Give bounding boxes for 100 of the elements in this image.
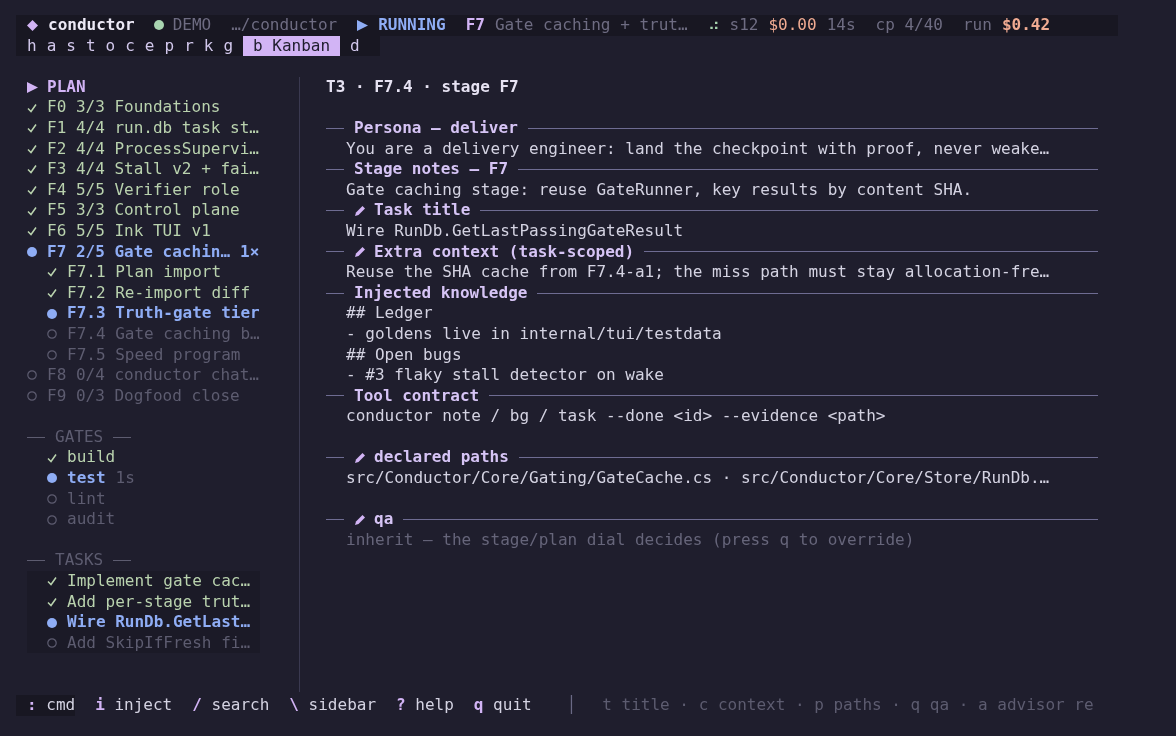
plan-item[interactable]: F7.3 Truth-gate tier (67, 303, 260, 324)
check-icon (27, 123, 37, 134)
path-label: …/conductor (231, 15, 338, 36)
plan-item[interactable]: F7 2/5 Gate cachin… (47, 241, 231, 263)
pending-circle-icon (27, 391, 37, 401)
tab[interactable]: d (350, 35, 360, 57)
run-cost: $0.42 (1001, 15, 1051, 36)
section-heading: Task title (374, 200, 471, 221)
check-icon (27, 102, 37, 113)
gate-name: build (67, 447, 116, 469)
run-label: run (963, 15, 992, 36)
session-id: s12 (729, 15, 759, 36)
mode-label: DEMO (172, 15, 212, 36)
tab[interactable]: k (203, 35, 214, 57)
session-cost: $0.00 (768, 15, 817, 36)
detail-title: T3 · F7.4 · stage F7 (326, 76, 519, 98)
check-icon (27, 185, 37, 196)
active-dot-icon (47, 308, 57, 319)
task-item[interactable]: Add per-stage trut… (67, 591, 251, 613)
stage-title: Gate caching + trut… (494, 15, 688, 36)
pending-circle-icon (47, 349, 57, 360)
tab[interactable]: t (85, 35, 96, 57)
shortcut-key[interactable]: ? help (396, 695, 454, 716)
plan-item[interactable]: F5 3/3 Control plane (47, 200, 240, 221)
separator-glyph: │ (566, 695, 577, 716)
section-heading: Stage notes — F7 (354, 159, 509, 180)
task-item[interactable]: Implement gate cac… (67, 571, 251, 592)
body-text: You are a delivery engineer: land the checkpoint with proof, never weake… (345, 138, 1050, 160)
tab[interactable]: p (164, 35, 175, 57)
pencil-icon (354, 245, 366, 258)
check-icon (47, 267, 57, 278)
run-state: RUNNING (378, 15, 446, 36)
tab[interactable]: h (27, 35, 37, 57)
plan-item[interactable]: F3 4/4 Stall v2 + fai… (47, 159, 259, 180)
body-text: Reuse the SHA cache from F7.4-a1; the miss path must stay allocation-fre… (345, 262, 1050, 283)
play-icon (357, 19, 369, 31)
check-icon (27, 226, 37, 237)
body-text: ## Ledger (345, 303, 433, 324)
body-text: Gate caching stage: reuse GateRunner, key results by content SHA. (345, 179, 973, 201)
plan-item[interactable]: F1 4/4 run.db task st… (47, 117, 259, 139)
tab[interactable]: c (125, 35, 135, 57)
check-icon (47, 452, 57, 463)
pending-circle-icon (47, 329, 57, 340)
active-dot-icon (47, 473, 57, 484)
section-heading: Injected knowledge (354, 282, 528, 304)
pending-circle-icon (47, 493, 57, 504)
plan-item[interactable]: F2 4/4 ProcessSupervi… (47, 138, 259, 160)
gate-name: lint (67, 488, 106, 510)
tab[interactable]: r (184, 35, 194, 57)
group-title: GATES (55, 426, 104, 448)
section-heading: declared paths (374, 447, 509, 469)
plan-item[interactable]: F6 5/5 Ink TUI v1 (47, 220, 211, 242)
shortcut-key[interactable]: q quit (473, 695, 532, 716)
gate-name: audit (67, 509, 116, 530)
section-heading: Extra context (task-scoped) (374, 241, 635, 263)
shortcut-key[interactable]: : cmd (16, 695, 76, 716)
section-heading: qa (374, 509, 394, 530)
tab[interactable]: a (46, 35, 57, 57)
app-name: conductor (48, 15, 135, 36)
gate-name: test (67, 468, 106, 489)
shortcut-key[interactable]: \ sidebar (289, 695, 377, 716)
diamond-icon (27, 19, 38, 31)
body-text: - #3 flaky stall detector on wake (345, 365, 664, 386)
task-item[interactable]: Wire RunDb.GetLast… (67, 612, 251, 633)
check-icon (47, 576, 57, 587)
shortcut-key[interactable]: / search (192, 695, 270, 716)
plan-item[interactable]: F7.2 Re-import diff (67, 282, 251, 304)
shortcut-key[interactable]: i inject (95, 695, 173, 716)
active-dot-icon (47, 617, 57, 628)
plan-item[interactable]: F7.1 Plan import (67, 262, 222, 283)
tab[interactable]: b Kanban (243, 35, 341, 57)
check-icon (27, 143, 37, 154)
check-icon (47, 596, 57, 607)
plan-item[interactable]: F4 5/5 Verifier role (47, 179, 240, 201)
body-text: inherit — the stage/plan dial decides (press q to override) (345, 529, 915, 551)
pencil-icon (354, 451, 366, 464)
pencil-icon (354, 513, 366, 526)
play-icon (27, 81, 38, 93)
pencil-icon (354, 204, 366, 217)
body-text: conductor note / bg / task --done <id> --evidence <path> (345, 406, 886, 427)
pending-circle-icon (27, 370, 37, 381)
body-text: ## Open bugs (345, 344, 462, 366)
plan-item[interactable]: F0 3/3 Foundations (47, 97, 221, 118)
pending-circle-icon (47, 514, 57, 525)
body-text: - goldens live in internal/tui/testdata (345, 323, 722, 345)
elapsed-time: 14s (826, 15, 856, 36)
tab[interactable]: o (105, 35, 116, 57)
status-dot-icon (153, 20, 164, 31)
retry-count: 1× (240, 241, 260, 263)
group-title: TASKS (55, 550, 104, 572)
active-dot-icon (27, 246, 37, 257)
section-heading: Persona — deliver (354, 117, 518, 139)
checkpoint-count: cp 4/40 (875, 15, 943, 36)
tab[interactable]: s (66, 35, 76, 57)
body-text: Wire RunDb.GetLastPassingGateResult (345, 220, 684, 242)
check-icon (47, 288, 57, 298)
tab[interactable]: g (223, 35, 234, 57)
check-icon (27, 205, 37, 216)
hint-text: t title · c context · p paths · q qa · a advisor re (602, 695, 1094, 716)
tab[interactable]: e (144, 35, 155, 57)
